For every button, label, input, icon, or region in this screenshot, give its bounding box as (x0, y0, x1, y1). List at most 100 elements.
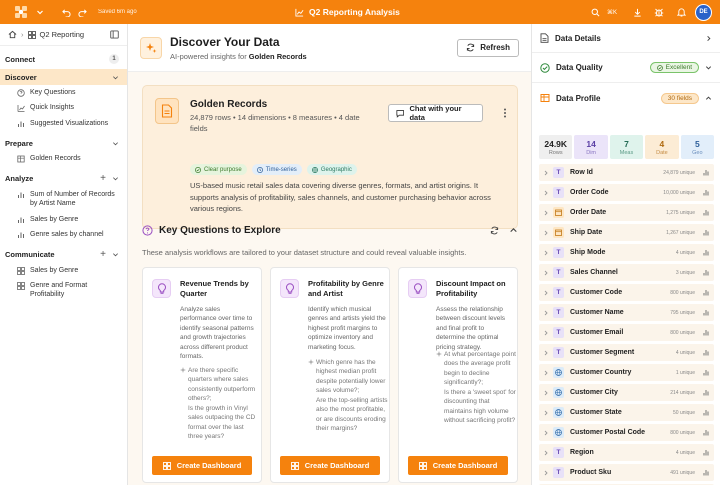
home-icon[interactable] (8, 30, 17, 39)
section-discover[interactable]: Discover (0, 69, 127, 85)
add-icon[interactable]: + (100, 173, 106, 184)
field-row[interactable]: T Ship Mode 4 unique (539, 244, 714, 261)
search-icon[interactable] (588, 4, 604, 20)
field-row[interactable]: Order Date 1,275 unique (539, 204, 714, 221)
sidebar-item-quick-insights[interactable]: Quick Insights (0, 100, 127, 115)
refresh-icon[interactable] (490, 226, 499, 235)
text-type-icon: T (553, 347, 564, 358)
chevron-down-icon[interactable] (112, 175, 119, 182)
sparkle-icon (436, 351, 442, 357)
chevron-down-icon[interactable] (112, 74, 119, 81)
chevron-right-icon[interactable] (543, 330, 549, 336)
sidebar-item-genre-format-profitability[interactable]: Genre and Format Profitability (0, 278, 127, 303)
bar-chart-icon[interactable] (703, 449, 710, 456)
bar-chart-icon[interactable] (703, 309, 710, 316)
bug-icon[interactable] (651, 4, 667, 20)
bell-icon[interactable] (673, 4, 689, 20)
bar-chart-icon[interactable] (703, 349, 710, 356)
chevron-right-icon[interactable] (543, 310, 549, 316)
create-dashboard-button[interactable]: Create Dashboard (408, 456, 508, 475)
chevron-right-icon[interactable] (543, 370, 549, 376)
chevron-down-icon[interactable] (112, 140, 119, 147)
redo-icon[interactable] (74, 4, 90, 20)
chevron-right-icon[interactable] (543, 250, 549, 256)
sidebar-item-comm-sales-by-genre[interactable]: Sales by Genre (0, 263, 127, 278)
question-card[interactable]: Discount Impact on Profitability Assess … (398, 267, 518, 483)
section-connect[interactable]: Connect 1 (0, 51, 127, 67)
field-row[interactable]: T Product Sku 491 unique (539, 464, 714, 481)
user-avatar[interactable]: DE (695, 3, 712, 21)
project-title[interactable]: Q2 Reporting Analysis (295, 0, 400, 24)
bar-chart-icon[interactable] (703, 209, 710, 216)
bar-chart-icon[interactable] (703, 269, 710, 276)
chevron-right-icon[interactable] (543, 270, 549, 276)
project-title-text: Q2 Reporting Analysis (309, 7, 400, 17)
sidebar-item-sum-records-by-artist[interactable]: Sum of Number of Records by Artist Name (0, 187, 127, 212)
sidebar-item-key-questions[interactable]: Key Questions (0, 85, 127, 100)
field-row[interactable]: T Customer Segment 4 unique (539, 344, 714, 361)
refresh-button[interactable]: Refresh (457, 38, 519, 57)
panel-toggle-icon[interactable] (110, 30, 119, 39)
question-card[interactable]: Revenue Trends by Quarter Analyze sales … (142, 267, 262, 483)
field-row[interactable]: T Customer Name 795 unique (539, 304, 714, 321)
app-logo-icon[interactable] (12, 3, 30, 21)
field-row[interactable]: T Customer Email 800 unique (539, 324, 714, 341)
chevron-right-icon[interactable] (543, 290, 549, 296)
sidebar-item-genre-sales-by-channel[interactable]: Genre sales by channel (0, 227, 127, 242)
more-vertical-icon[interactable] (503, 108, 507, 118)
sidebar-item-label: Genre sales by channel (30, 231, 104, 239)
sidebar-item-suggested-visualizations[interactable]: Suggested Visualizations (0, 116, 127, 131)
bar-chart-icon[interactable] (703, 369, 710, 376)
chevron-right-icon[interactable] (543, 430, 549, 436)
create-dashboard-button[interactable]: Create Dashboard (280, 456, 380, 475)
field-row[interactable]: T Region 4 unique (539, 444, 714, 461)
sidebar-item-golden-records[interactable]: Golden Records (0, 151, 127, 166)
breadcrumb-project[interactable]: Q2 Reporting (40, 30, 85, 39)
chevron-right-icon[interactable] (543, 470, 549, 476)
data-quality-row[interactable]: Data Quality Excellent (532, 53, 720, 83)
bar-chart-icon[interactable] (703, 169, 710, 176)
field-row[interactable]: T Sales Channel 3 unique (539, 264, 714, 281)
chevron-down-icon[interactable] (112, 251, 119, 258)
chevron-right-icon[interactable] (543, 350, 549, 356)
chevron-up-icon[interactable] (509, 226, 518, 235)
bar-chart-icon[interactable] (703, 389, 710, 396)
field-row[interactable]: Customer City 214 unique (539, 384, 714, 401)
bar-chart-icon[interactable] (703, 289, 710, 296)
data-details-row[interactable]: Data Details (532, 24, 720, 53)
chevron-down-icon[interactable] (32, 4, 48, 20)
undo-icon[interactable] (58, 4, 74, 20)
section-analyze[interactable]: Analyze + (0, 171, 127, 187)
field-row[interactable]: T Customer Code 800 unique (539, 284, 714, 301)
data-profile-row[interactable]: Data Profile 30 fields (532, 83, 720, 113)
bar-chart-icon[interactable] (703, 229, 710, 236)
section-communicate[interactable]: Communicate + (0, 247, 127, 263)
sidebar-item-label: Genre and Format Profitability (30, 281, 88, 299)
field-row[interactable]: Customer State 50 unique (539, 404, 714, 421)
bar-chart-icon[interactable] (703, 469, 710, 476)
section-prepare[interactable]: Prepare (0, 135, 127, 151)
bar-chart-icon[interactable] (703, 189, 710, 196)
bar-chart-icon[interactable] (703, 409, 710, 416)
bar-chart-icon[interactable] (703, 249, 710, 256)
chevron-right-icon[interactable] (543, 190, 549, 196)
chevron-right-icon[interactable] (543, 230, 549, 236)
field-row[interactable]: T Row Id 24,879 unique (539, 164, 714, 181)
field-row[interactable]: T Order Code 10,000 unique (539, 184, 714, 201)
chevron-right-icon[interactable] (543, 410, 549, 416)
chevron-right-icon[interactable] (543, 450, 549, 456)
download-icon[interactable] (629, 4, 645, 20)
chat-with-data-button[interactable]: Chat with your data (388, 104, 483, 122)
sidebar-item-sales-by-genre[interactable]: Sales by Genre (0, 212, 127, 227)
chevron-right-icon[interactable] (543, 170, 549, 176)
create-dashboard-button[interactable]: Create Dashboard (152, 456, 252, 475)
field-row[interactable]: Ship Date 1,267 unique (539, 224, 714, 241)
chevron-right-icon[interactable] (543, 210, 549, 216)
chevron-right-icon[interactable] (543, 390, 549, 396)
add-icon[interactable]: + (100, 249, 106, 260)
bar-chart-icon[interactable] (703, 329, 710, 336)
field-row[interactable]: Customer Postal Code 800 unique (539, 424, 714, 441)
question-card[interactable]: Profitability by Genre and Artist Identi… (270, 267, 390, 483)
bar-chart-icon[interactable] (703, 429, 710, 436)
field-row[interactable]: Customer Country 1 unique (539, 364, 714, 381)
